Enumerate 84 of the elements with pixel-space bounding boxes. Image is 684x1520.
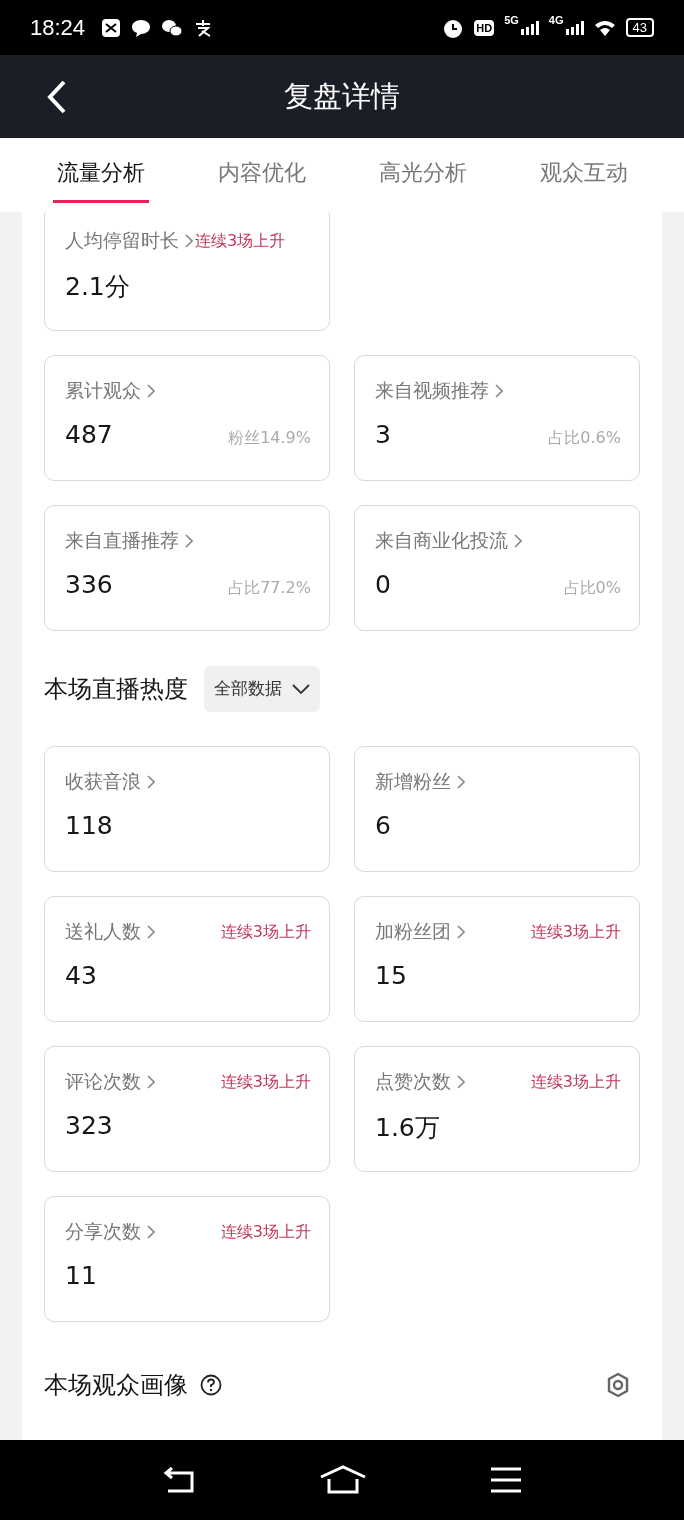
trend-tag: 连续3场上升 [530,1071,621,1093]
metric-card[interactable]: 收获音浪 118 [44,746,330,872]
metric-value: 6 [375,811,391,840]
caret-icon [292,683,310,694]
metric-label: 来自视频推荐 [375,378,489,403]
tab[interactable]: 流量分析 [52,147,149,203]
metric-note: 粉丝14.9% [228,428,311,449]
page-title: 复盘详情 [284,77,400,115]
metric-note: 占比0% [563,578,621,599]
metric-label: 点赞次数 [375,1069,451,1094]
home-nav-icon[interactable] [319,1465,367,1495]
metric-label: 来自直播推荐 [65,528,179,553]
metric-label: 来自商业化投流 [375,528,508,553]
hd-badge: HD [474,19,495,36]
metric-note: 占比0.6% [548,428,621,449]
metric-value: 15 [375,961,407,990]
metric-value: 336 [65,570,113,599]
app-icon [101,17,122,38]
battery-icon: 43 [625,18,654,37]
chevron-icon [457,925,465,939]
signal-label: 4G [548,14,564,26]
metric-label: 收获音浪 [65,769,141,794]
metric-value: 11 [65,1261,97,1290]
metric-label: 评论次数 [65,1069,141,1094]
metric-value: 2.1分 [65,271,130,303]
chevron-icon [147,775,155,789]
metric-label: 累计观众 [65,378,141,403]
metric-label: 人均停留时长 [65,228,179,253]
tab[interactable]: 内容优化 [213,147,310,203]
section-title: 本场直播热度 [44,673,188,705]
back-nav-icon[interactable] [161,1466,196,1494]
chevron-icon [147,925,155,939]
chevron-icon [457,775,465,789]
section-title: 本场观众画像 [44,1370,188,1401]
trend-tag: 连续3场上升 [220,921,311,943]
back-icon[interactable] [46,79,68,115]
metric-value: 1.6万 [375,1112,440,1144]
chat-bubble-icon [131,17,152,38]
metric-card[interactable]: 人均停留时长 连续3场上升 2.1分 [44,212,330,331]
metric-label: 加粉丝团 [375,919,451,944]
signal-label: 5G [504,14,519,26]
metric-value: 323 [65,1111,113,1140]
tab[interactable]: 高光分析 [374,147,471,203]
metric-card[interactable]: 新增粉丝 6 [354,746,640,872]
chevron-icon [147,384,155,398]
chevron-icon [495,384,503,398]
clock-time: 18:24 [30,14,86,41]
filter-dropdown[interactable]: 全部数据 [204,665,320,712]
metric-card[interactable]: 加粉丝团 连续3场上升 15 [354,896,640,1022]
metric-value: 487 [65,420,113,449]
chat-icon [161,17,184,38]
tab[interactable]: 观众互动 [535,147,632,203]
metric-card[interactable]: 送礼人数 连续3场上升 43 [44,896,330,1022]
metric-label: 分享次数 [65,1219,141,1244]
metric-card[interactable]: 来自商业化投流 0 占比0% [354,505,640,631]
chevron-icon [147,1225,155,1239]
chevron-icon [514,534,522,548]
metric-card[interactable]: 分享次数 连续3场上升 11 [44,1196,330,1322]
metric-card[interactable]: 评论次数 连续3场上升 323 [44,1046,330,1172]
signal-icon [520,20,539,35]
metric-card[interactable]: 点赞次数 连续3场上升 1.6万 [354,1046,640,1172]
metric-label: 送礼人数 [65,919,141,944]
metric-card[interactable]: 累计观众 487 粉丝14.9% [44,355,330,481]
trend-tag: 连续3场上升 [530,921,621,943]
metric-value: 0 [375,570,391,599]
signal-icon [565,20,584,35]
metric-label: 新增粉丝 [375,769,451,794]
metric-note: 占比77.2% [228,578,311,599]
wifi-icon [593,19,616,36]
chevron-icon [185,534,193,548]
chevron-icon [185,234,193,248]
metric-card[interactable]: 来自直播推荐 336 占比77.2% [44,505,330,631]
trend-tag: 连续3场上升 [220,1071,311,1093]
chevron-icon [457,1075,465,1089]
trend-tag: 连续3场上升 [195,230,286,252]
metric-value: 118 [65,811,113,840]
help-icon[interactable] [200,1374,222,1396]
metric-value: 43 [65,961,97,990]
trend-tag: 连续3场上升 [220,1221,311,1243]
metric-card[interactable]: 来自视频推荐 3 占比0.6% [354,355,640,481]
menu-icon[interactable] [490,1467,523,1493]
chevron-icon [147,1075,155,1089]
metric-value: 3 [375,420,391,449]
settings-icon[interactable] [606,1372,630,1398]
